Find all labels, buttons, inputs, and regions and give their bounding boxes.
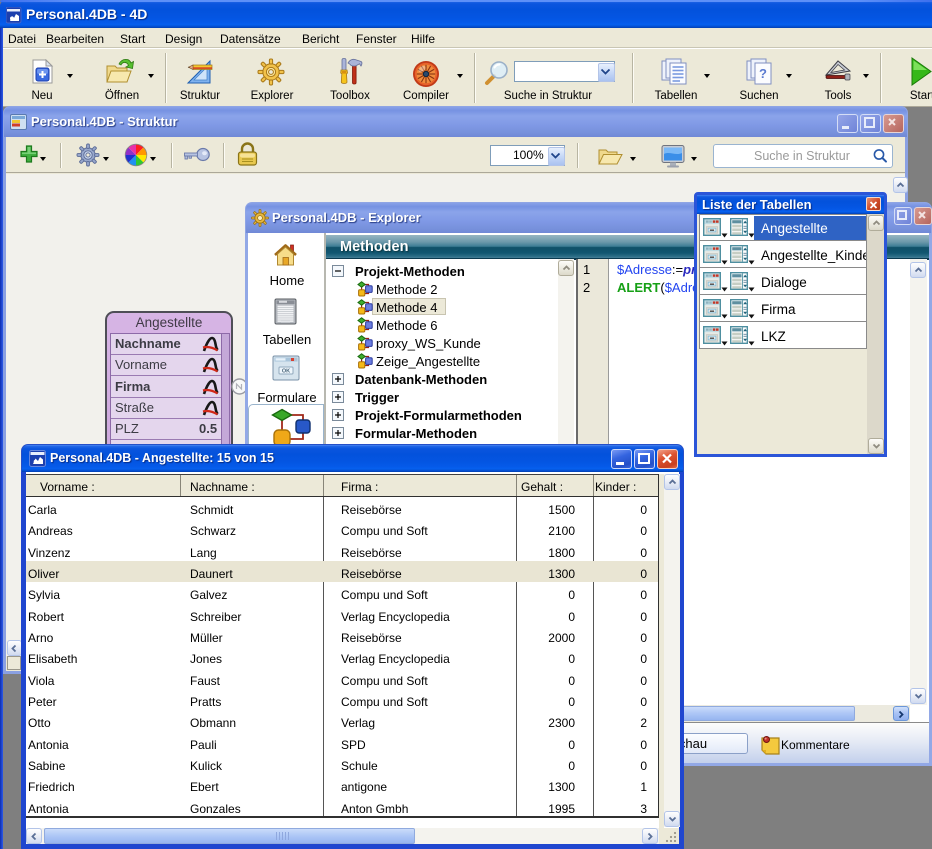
svg-text:OK: OK xyxy=(282,369,290,375)
svg-text:?: ? xyxy=(759,66,767,81)
